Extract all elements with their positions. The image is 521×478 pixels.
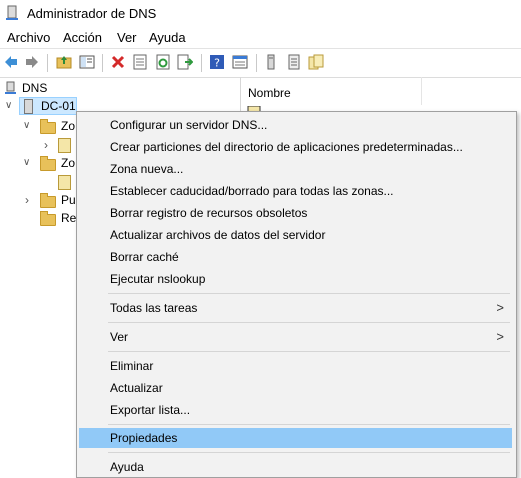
forward-icon[interactable] (24, 54, 40, 70)
menu-item-nslookup[interactable]: Ejecutar nslookup (79, 269, 512, 289)
server-icon (24, 99, 33, 114)
menu-item-update-data-files[interactable]: Actualizar archivos de datos del servido… (79, 225, 512, 245)
menu-item-scavenge[interactable]: Borrar registro de recursos obsoletos (79, 203, 512, 223)
menu-item-help[interactable]: Ayuda (79, 457, 512, 477)
menu-item-label: Ayuda (110, 460, 144, 474)
properties-icon[interactable] (132, 54, 148, 70)
toolbar-separator (201, 54, 202, 72)
menu-separator (108, 293, 510, 294)
menu-item-label: Propiedades (110, 431, 178, 445)
menu-item-properties[interactable]: Propiedades (79, 428, 512, 448)
chevron-down-icon[interactable]: ∨ (23, 157, 30, 168)
chevron-down-icon[interactable]: ∨ (23, 120, 30, 131)
chevron-right-icon[interactable]: › (44, 138, 48, 152)
help-icon[interactable]: ? (209, 54, 225, 70)
folder-icon (40, 156, 56, 171)
folder-icon (40, 211, 56, 226)
menu-item-refresh[interactable]: Actualizar (79, 378, 512, 398)
menu-separator (108, 424, 510, 425)
title-bar: Administrador de DNS (0, 0, 521, 27)
column-header-name[interactable]: Nombre (241, 77, 422, 105)
folder-icon (40, 119, 56, 134)
menu-item-label: Actualizar archivos de datos del servido… (110, 228, 326, 242)
menu-separator (108, 322, 510, 323)
menu-item-configure-dns[interactable]: Configurar un servidor DNS... (79, 115, 512, 135)
delete-icon[interactable] (110, 54, 126, 70)
menu-item-label: Actualizar (110, 381, 163, 395)
zone-icon (58, 175, 71, 190)
menu-item-label: Exportar lista... (110, 403, 191, 417)
menu-item-label: Configurar un servidor DNS... (110, 118, 268, 132)
submenu-arrow-icon: > (496, 300, 504, 315)
view-icon[interactable] (232, 54, 248, 70)
dns-app-icon (6, 5, 18, 20)
zone-icon[interactable] (308, 54, 324, 70)
back-icon[interactable] (3, 54, 19, 70)
menu-item-label: Borrar caché (110, 250, 179, 264)
menu-item-clear-cache[interactable]: Borrar caché (79, 247, 512, 267)
menu-item-label: Zona nueva... (110, 162, 184, 176)
menu-item-all-tasks[interactable]: Todas las tareas > (79, 298, 512, 318)
menu-item-label: Todas las tareas (110, 301, 198, 315)
server-icon[interactable] (263, 54, 279, 70)
menu-item-view[interactable]: Ver > (79, 327, 512, 347)
menu-ayuda[interactable]: Ayuda (149, 30, 186, 45)
refresh-icon[interactable] (155, 54, 171, 70)
toolbar: ? (0, 48, 521, 78)
menu-item-delete[interactable]: Eliminar (79, 356, 512, 376)
toolbar-separator (256, 54, 257, 72)
folder-icon (40, 193, 56, 208)
menu-item-label: Crear particiones del directorio de apli… (110, 140, 463, 154)
tree-node-dns[interactable]: DNS (0, 79, 240, 97)
menu-separator (108, 452, 510, 453)
menu-item-new-zone[interactable]: Zona nueva... (79, 159, 512, 179)
menu-separator (108, 351, 510, 352)
show-hide-tree-icon[interactable] (79, 54, 95, 70)
window-title: Administrador de DNS (27, 6, 157, 21)
list-icon[interactable] (286, 54, 302, 70)
menu-item-label: Eliminar (110, 359, 154, 373)
toolbar-separator (47, 54, 48, 72)
menu-item-export-list[interactable]: Exportar lista... (79, 400, 512, 420)
tree-label: Re (61, 211, 77, 225)
submenu-arrow-icon: > (496, 329, 504, 344)
menu-accion[interactable]: Acción (63, 30, 102, 45)
tree-label: Pu (61, 193, 76, 207)
tree-label: DNS (22, 81, 48, 95)
menu-archivo[interactable]: Archivo (7, 30, 50, 45)
dns-root-icon (5, 81, 16, 94)
context-menu: Configurar un servidor DNS... Crear part… (76, 111, 517, 478)
menu-item-label: Ver (110, 330, 129, 344)
chevron-right-icon[interactable]: › (25, 193, 29, 207)
menu-bar: Archivo Acción Ver Ayuda (0, 27, 521, 48)
toolbar-separator (102, 54, 103, 72)
menu-item-create-partitions[interactable]: Crear particiones del directorio de apli… (79, 137, 512, 157)
zone-icon (58, 138, 71, 153)
tree-label: Zo (61, 156, 76, 170)
menu-item-set-aging[interactable]: Establecer caducidad/borrado para todas … (79, 181, 512, 201)
tree-label: DC-01 (41, 99, 76, 113)
chevron-down-icon[interactable]: ∨ (5, 100, 12, 111)
column-header-label: Nombre (248, 86, 291, 100)
menu-ver[interactable]: Ver (117, 30, 137, 45)
menu-item-label: Borrar registro de recursos obsoletos (110, 206, 308, 220)
export-list-icon[interactable] (177, 54, 193, 70)
tree-label: Zo (61, 119, 76, 133)
svg-text:?: ? (214, 57, 220, 70)
menu-item-label: Ejecutar nslookup (110, 272, 206, 286)
up-folder-icon[interactable] (56, 54, 72, 70)
menu-item-label: Establecer caducidad/borrado para todas … (110, 184, 394, 198)
